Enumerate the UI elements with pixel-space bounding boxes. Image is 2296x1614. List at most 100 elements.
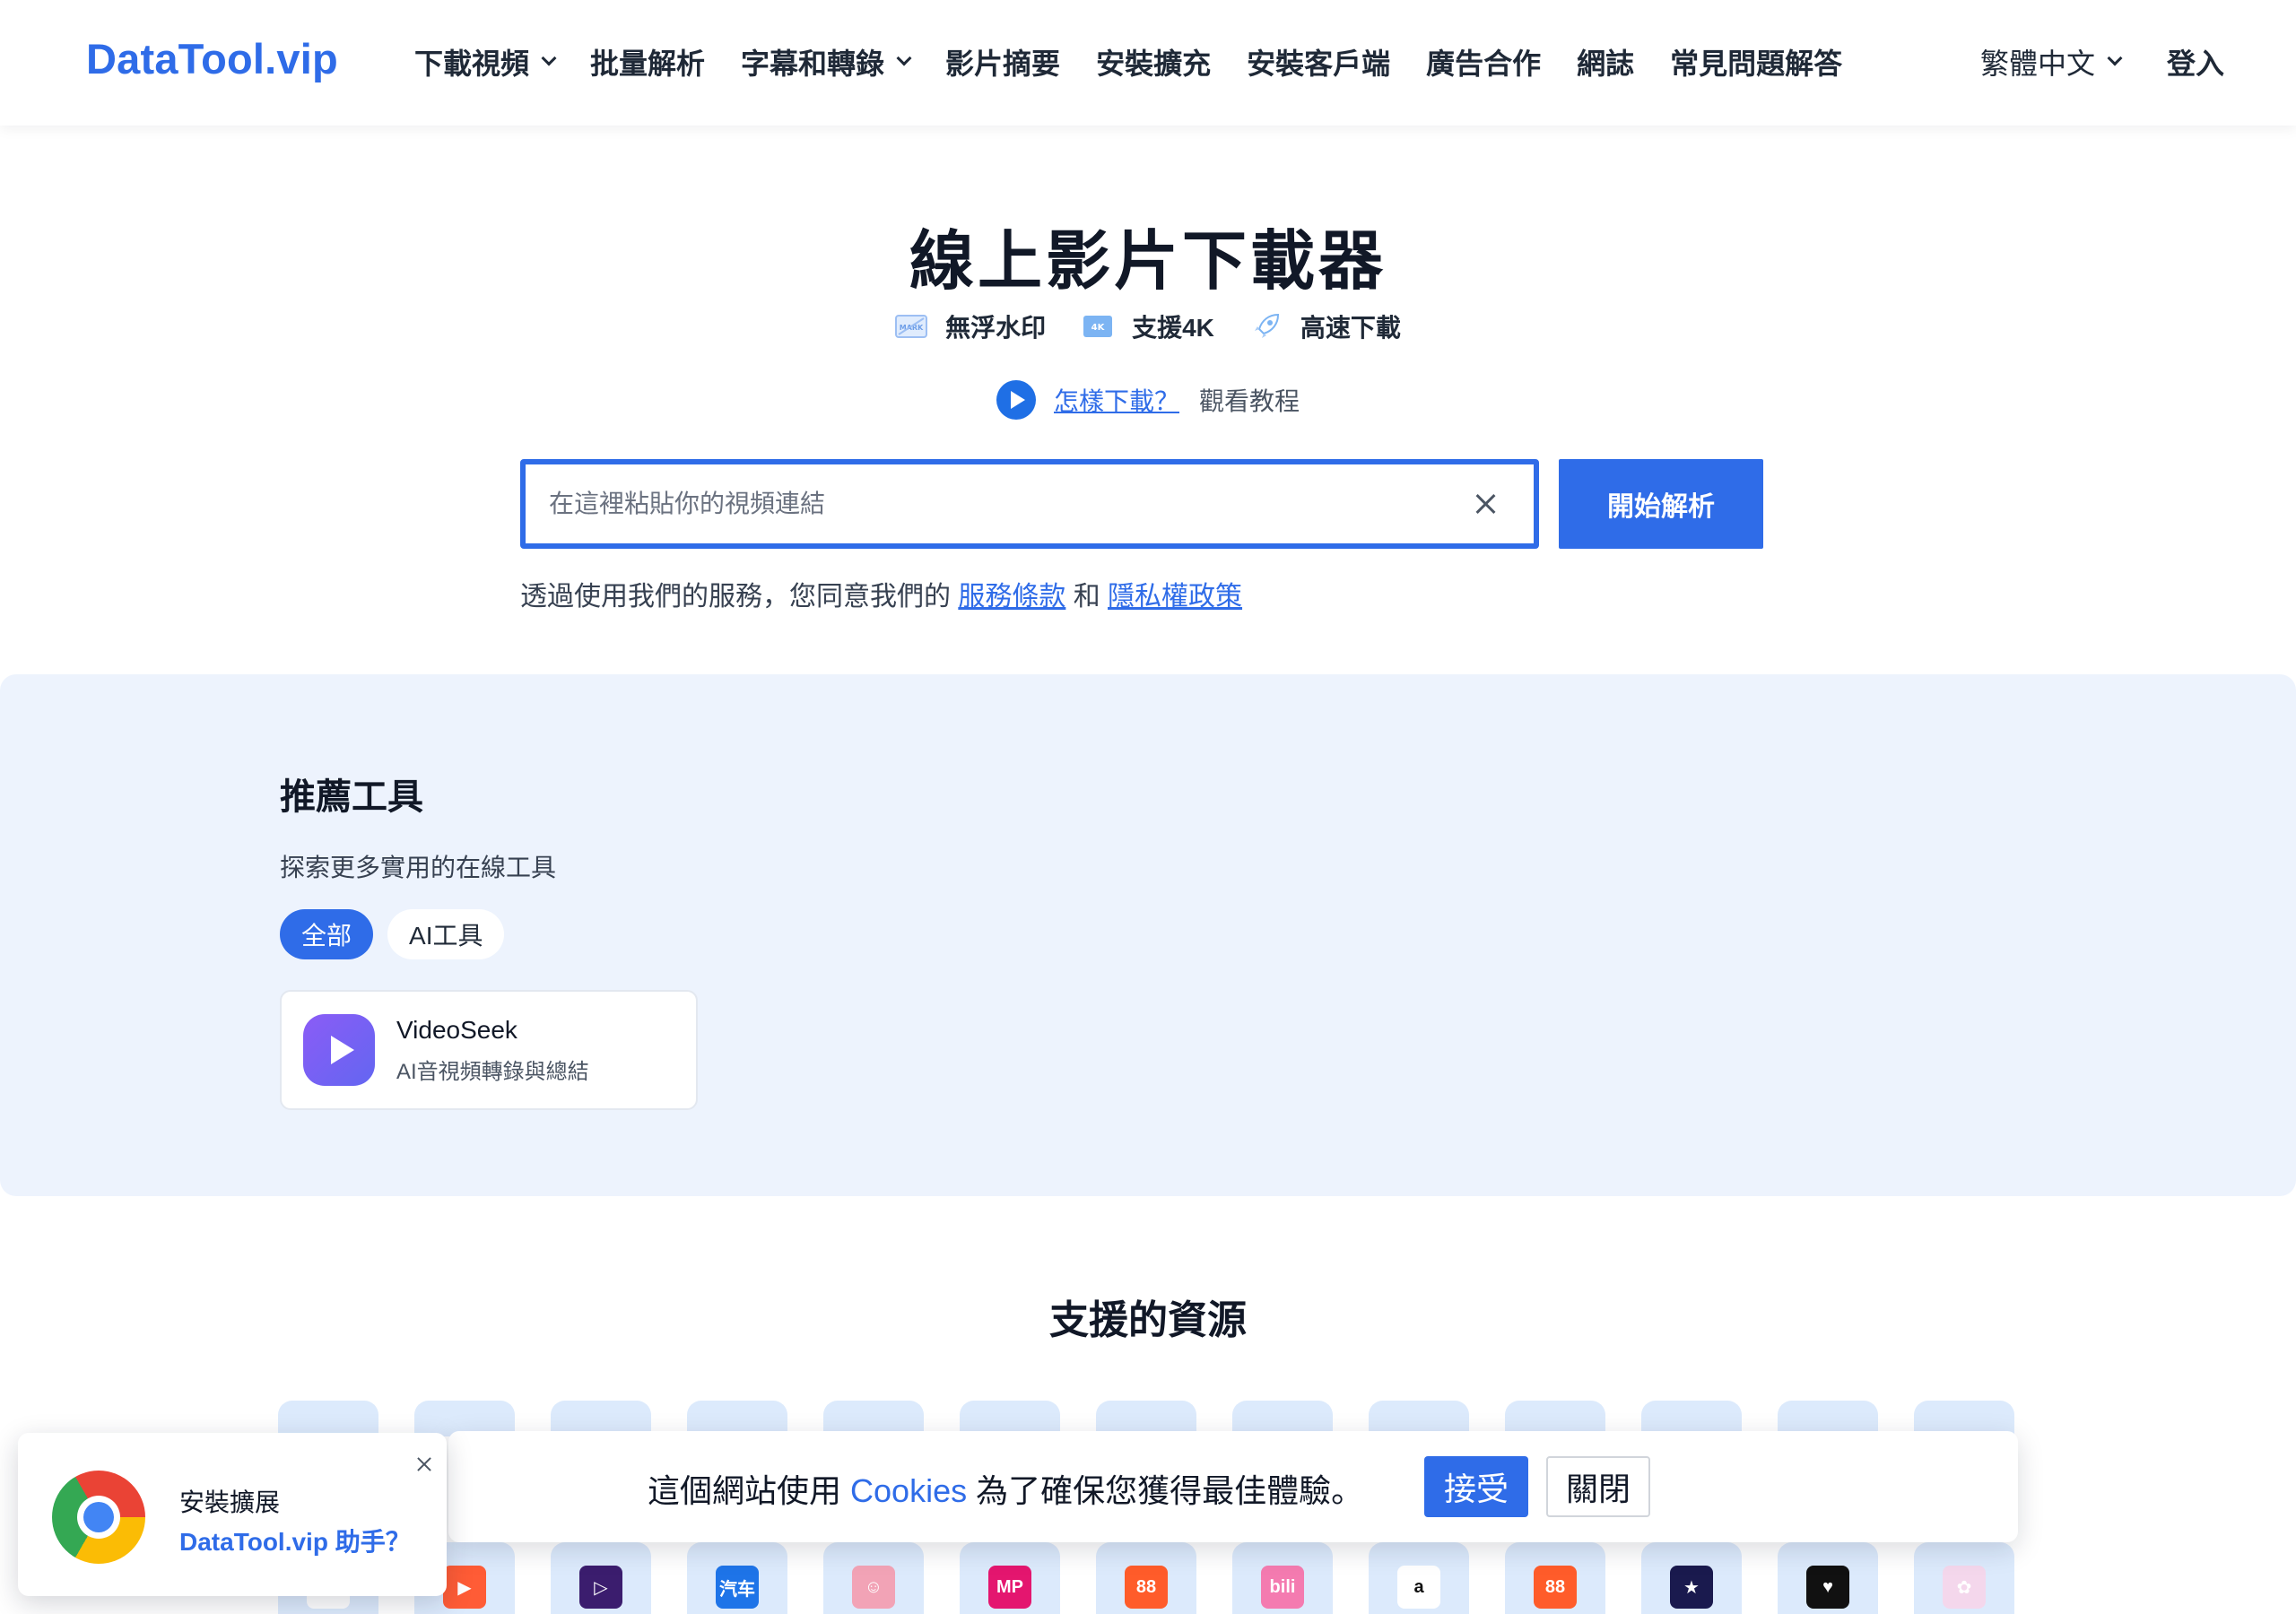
feature-label: 高速下載 [1300, 314, 1401, 342]
source-tile[interactable]: a [1369, 1542, 1469, 1614]
heart-icon: ♥ [1806, 1566, 1849, 1609]
source-tile[interactable]: ▷ [551, 1542, 651, 1614]
feature-list: MARK 無浮水印 4K 支援4K 高速下載 [0, 308, 2296, 344]
nav-item-install-extension[interactable]: 安裝擴充 [1096, 41, 1211, 82]
privacy-policy-link[interactable]: 隱私權政策 [1108, 582, 1242, 612]
source-tile[interactable]: ✿ [1914, 1542, 2014, 1614]
page-title: 線上影片下載器 [909, 226, 1387, 298]
svg-text:MARK: MARK [900, 324, 924, 332]
extension-install-link[interactable]: DataTool.vip 助手？ [179, 1523, 411, 1558]
tools-tabs: 全部 AI工具 [280, 909, 518, 959]
terms-of-service-link[interactable]: 服務條款 [958, 582, 1065, 612]
nav-item-label: 廣告合作 [1426, 48, 1542, 80]
login-link[interactable]: 登入 [2167, 41, 2224, 82]
tab-all[interactable]: 全部 [280, 909, 374, 959]
chevron-down-icon [541, 50, 557, 66]
nav-item-video-summary[interactable]: 影片摘要 [945, 41, 1060, 82]
nav-item-label: 下載視頻 [414, 48, 530, 80]
cartoon-face-icon: ☺ [852, 1566, 895, 1609]
terms-and: 和 [1073, 582, 1100, 612]
language-label: 繁體中文 [1979, 48, 2095, 80]
4k-icon: 4K [1082, 314, 1114, 339]
extension-popup-title: 安裝擴展 [179, 1488, 281, 1516]
kuaishou-grid-icon: 88 [1125, 1566, 1168, 1609]
videoseek-logo-icon [303, 1014, 375, 1086]
feature-no-watermark: MARK 無浮水印 [895, 308, 1046, 344]
nav-item-label: 常見問題解答 [1670, 48, 1843, 80]
bilibili-icon: bili [1261, 1566, 1304, 1609]
cookie-message: 這個網站使用 Cookies 為了確保您獲得最佳體驗。 [648, 1465, 1363, 1512]
source-tile[interactable]: ★ [1641, 1542, 1742, 1614]
nav-item-install-client[interactable]: 安裝客戶端 [1247, 41, 1390, 82]
source-tile[interactable]: MP [960, 1542, 1060, 1614]
rocket-icon [1250, 313, 1283, 339]
nav-item-label: 網誌 [1577, 48, 1635, 80]
source-tile[interactable]: 汽车 [687, 1542, 787, 1614]
video-url-input[interactable] [526, 468, 1458, 540]
feature-fast-download: 高速下載 [1250, 308, 1401, 344]
main-nav: 下載視頻 批量解析 字幕和轉錄 影片摘要 安裝擴充 安裝客戶端 廣告合作 網誌 … [414, 41, 1878, 82]
source-tile[interactable]: 88 [1096, 1542, 1196, 1614]
nav-item-download-video[interactable]: 下載視頻 [414, 41, 557, 82]
recommended-tools-section: 推薦工具 探索更多實用的在線工具 全部 AI工具 VideoSeek AI音視頻… [0, 674, 2296, 1196]
tool-card-videoseek[interactable]: VideoSeek AI音視頻轉錄與總結 [280, 990, 698, 1110]
chevron-down-icon [2107, 50, 2123, 66]
tool-description: AI音視頻轉錄與總結 [396, 1059, 589, 1084]
nav-item-blog[interactable]: 網誌 [1577, 41, 1634, 82]
terms-notice: 透過使用我們的服務，您同意我們的 服務條款 和 隱私權政策 [520, 574, 1242, 613]
cookie-text-before: 這個網站使用 [648, 1472, 842, 1509]
kuaishou-grid-icon-2: 88 [1534, 1566, 1577, 1609]
sources-row-bottom: ▶ ▷ 汽车 ☺ MP 88 bili a 88 ★ ♥ ✿ [278, 1542, 2050, 1614]
chevron-down-icon [896, 50, 912, 66]
clear-icon[interactable] [1458, 477, 1512, 531]
source-tile[interactable]: ♥ [1778, 1542, 1878, 1614]
close-icon[interactable] [411, 1451, 438, 1478]
supported-sources-title: 支援的資源 [1049, 1298, 1247, 1342]
watch-tutorial-text: 觀看教程 [1199, 387, 1300, 415]
source-tile-top [278, 1401, 378, 1436]
nav-item-subtitles[interactable]: 字幕和轉錄 [741, 41, 912, 82]
terms-prefix: 透過使用我們的服務，您同意我們的 [520, 582, 951, 612]
nav-right: 繁體中文 登入 [1980, 41, 2224, 82]
tab-ai-tools[interactable]: AI工具 [387, 909, 505, 959]
tool-name: VideoSeek [396, 1015, 517, 1044]
nav-item-label: 影片摘要 [945, 48, 1061, 80]
accept-cookies-button[interactable]: 接受 [1424, 1456, 1528, 1517]
nav-item-ad-partnership[interactable]: 廣告合作 [1426, 41, 1541, 82]
feature-4k: 4K 支援4K [1082, 308, 1214, 344]
navbar: DataTool.vip 下載視頻 批量解析 字幕和轉錄 影片摘要 安裝擴充 安… [0, 0, 2296, 126]
mp-icon: MP [988, 1566, 1031, 1609]
play-icon[interactable] [996, 380, 1036, 420]
cookie-word: Cookies [850, 1472, 968, 1509]
brand-logo[interactable]: DataTool.vip [86, 34, 338, 83]
cookie-text-after: 為了確保您獲得最佳體驗。 [976, 1472, 1364, 1509]
nav-item-batch-parse[interactable]: 批量解析 [590, 41, 705, 82]
chrome-icon [52, 1471, 145, 1564]
extension-popup: 安裝擴展 DataTool.vip 助手？ [18, 1433, 447, 1596]
how-to-row: 怎樣下載？ 觀看教程 [0, 380, 2296, 420]
star-icon: ★ [1670, 1566, 1713, 1609]
source-tile[interactable]: ☺ [823, 1542, 924, 1614]
feature-label: 無浮水印 [945, 314, 1047, 342]
amazon-icon: a [1397, 1566, 1440, 1609]
tools-subtitle: 探索更多實用的在線工具 [280, 854, 557, 881]
kuaishou-icon: ▶ [443, 1566, 486, 1609]
leaf-icon: ✿ [1943, 1566, 1986, 1609]
language-selector[interactable]: 繁體中文 [1979, 41, 2123, 82]
nav-item-faq[interactable]: 常見問題解答 [1670, 41, 1842, 82]
start-parse-button[interactable]: 開始解析 [1559, 459, 1763, 549]
nav-item-label: 字幕和轉錄 [741, 48, 885, 80]
nav-item-label: 安裝擴充 [1096, 48, 1212, 80]
nav-item-label: 安裝客戶端 [1247, 48, 1391, 80]
no-watermark-icon: MARK [895, 314, 928, 339]
source-tile[interactable]: 88 [1505, 1542, 1605, 1614]
source-tile[interactable]: bili [1232, 1542, 1333, 1614]
cookie-banner: 這個網站使用 Cookies 為了確保您獲得最佳體驗。 接受 關閉 [448, 1431, 2018, 1542]
tools-title: 推薦工具 [280, 777, 423, 817]
feature-label: 支援4K [1132, 314, 1214, 342]
autohome-icon: 汽车 [716, 1566, 759, 1609]
close-cookies-button[interactable]: 關閉 [1546, 1456, 1650, 1517]
how-to-download-link[interactable]: 怎樣下載？ [1054, 382, 1179, 418]
svg-text:4K: 4K [1091, 323, 1106, 333]
video-player-icon: ▷ [579, 1566, 622, 1609]
